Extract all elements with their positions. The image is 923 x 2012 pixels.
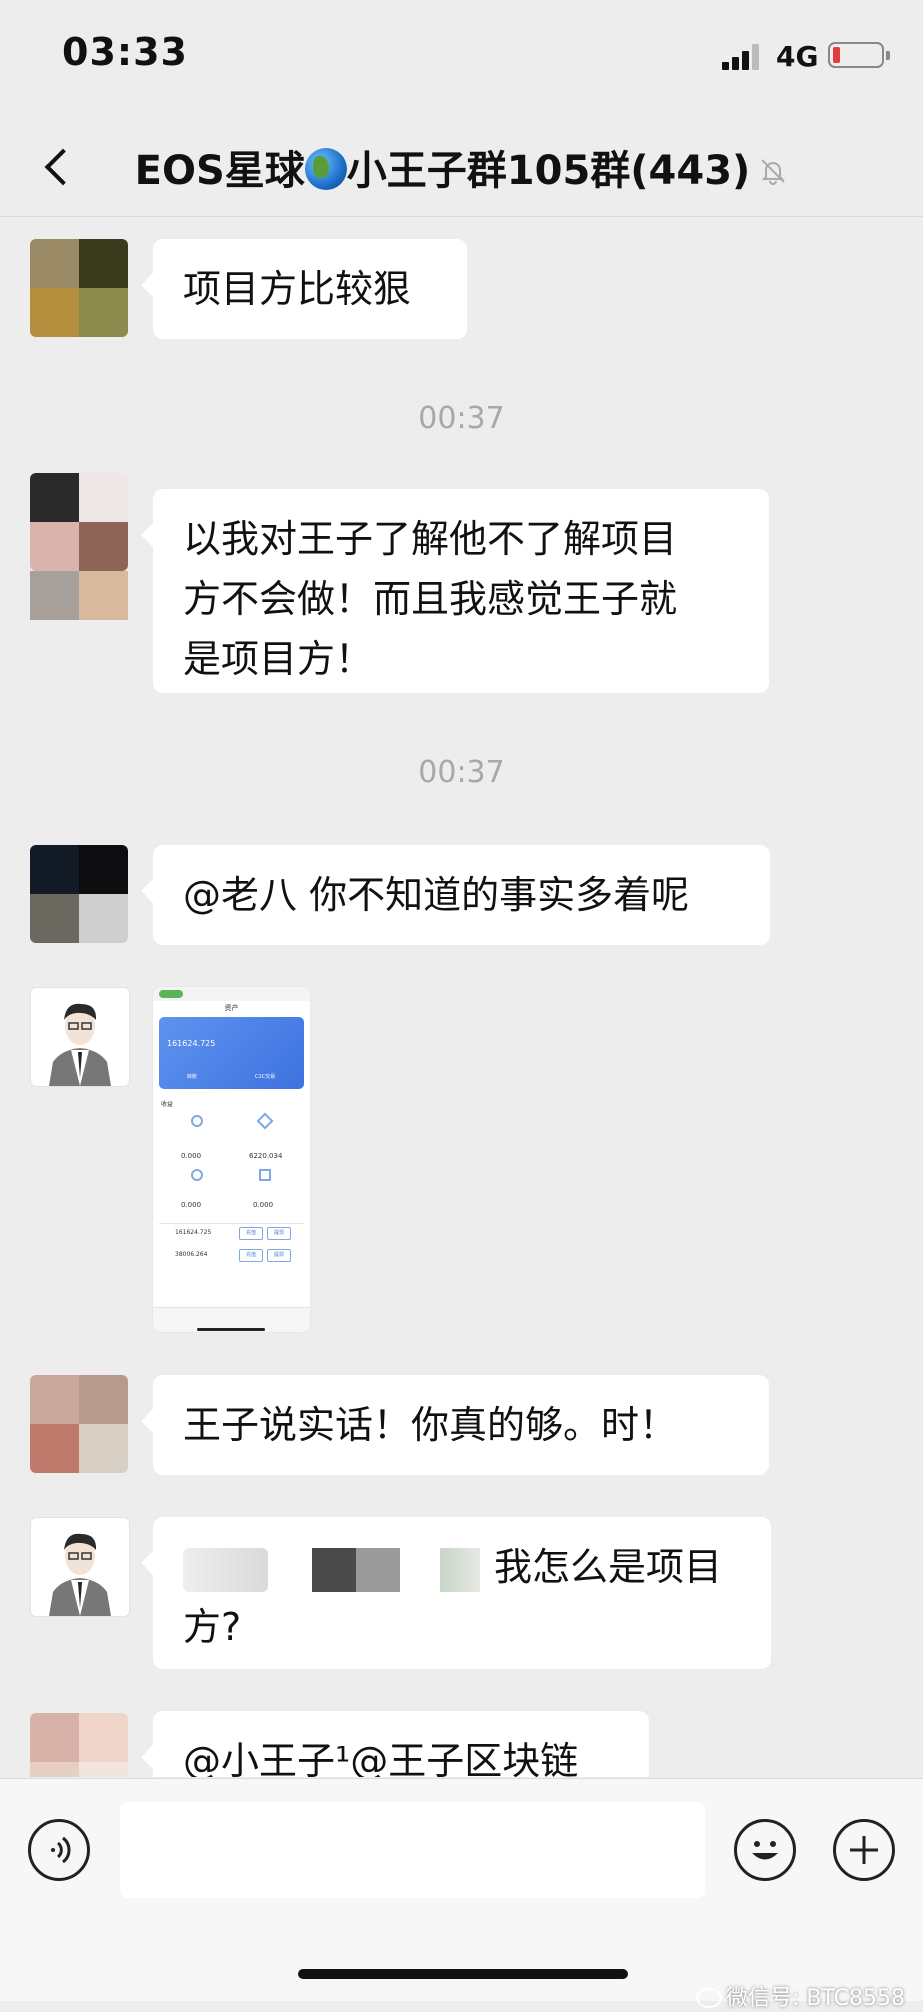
message-bubble[interactable]: @老八 你不知道的事实多着呢: [141, 845, 770, 945]
emoji-button[interactable]: [734, 1819, 796, 1881]
message-list[interactable]: 项目方比较狠 00:37 以我对王子了解他不了解项目 方不会做！而且我感觉王子就…: [0, 217, 923, 1777]
image-stat-icon: [191, 1115, 203, 1127]
status-time: 03:33: [62, 30, 188, 74]
shared-image[interactable]: 资产 161624.725 转账 C2C交易 收益 0.000 6220.034…: [153, 987, 310, 1332]
watermark: 微信号: BTC8558: [696, 1980, 905, 2012]
image-balance: 161624.725: [167, 1039, 216, 1048]
message-text: @小王子¹@王子区块链: [183, 1739, 579, 1777]
image-stat-icon: [259, 1169, 271, 1181]
battery-icon: [828, 42, 890, 68]
chat-header: EOS星球 小王子群105群(443): [0, 120, 923, 217]
watermark-text: 微信号: BTC8558: [726, 1986, 905, 2011]
redacted-mention: [312, 1547, 356, 1592]
image-chip: 充值: [239, 1249, 263, 1262]
redacted-mention: [183, 1547, 268, 1592]
image-stat-icon: [191, 1169, 203, 1181]
image-status-bar: [153, 987, 310, 1001]
home-indicator[interactable]: [298, 1969, 628, 1979]
avatar[interactable]: [30, 845, 128, 943]
message-text-line: 我怎么是项目: [494, 1545, 723, 1589]
bell-off-icon: [758, 150, 788, 185]
voice-icon: [51, 1836, 71, 1864]
message-text-line: 方不会做！而且我感觉王子就: [183, 577, 678, 621]
person-avatar-illustration: [31, 988, 129, 1086]
avatar[interactable]: [30, 1517, 130, 1617]
message-bubble[interactable]: 我怎么是项目 方?: [141, 1517, 771, 1669]
image-row-value: 38006.264: [175, 1251, 208, 1258]
message-text: 王子说实话！你真的够。时！: [183, 1403, 678, 1447]
message-text-line: 以我对王子了解他不了解项目: [183, 517, 678, 561]
message-text: @老八 你不知道的事实多着呢: [183, 873, 690, 917]
image-btn: C2C交易: [255, 1074, 276, 1080]
message-bubble[interactable]: 王子说实话！你真的够。时！: [141, 1375, 769, 1475]
message-text-line: 方?: [183, 1605, 242, 1649]
avatar[interactable]: [30, 239, 128, 337]
image-title: 资产: [224, 1004, 239, 1012]
image-stat-icon: [256, 1112, 274, 1130]
network-type: 4G: [776, 40, 819, 73]
image-btn: 转账: [187, 1074, 198, 1080]
message-text-line: 是项目方！: [183, 637, 374, 681]
image-balance-card: 161624.725 转账 C2C交易: [159, 1017, 304, 1089]
redacted-mention: [356, 1547, 400, 1592]
message-input[interactable]: [120, 1802, 705, 1898]
image-tab-bar: [153, 1307, 310, 1332]
emoji-icon: [752, 1841, 778, 1860]
image-stat-value: 0.000: [181, 1152, 202, 1160]
plus-icon: [850, 1836, 878, 1864]
image-chip: 提现: [267, 1249, 291, 1262]
message-timestamp: 00:37: [418, 401, 505, 436]
person-avatar-illustration: [31, 1518, 129, 1616]
message-text: 项目方比较狠: [183, 267, 412, 311]
image-stat-value: 0.000: [253, 1201, 274, 1209]
avatar[interactable]: [30, 1375, 128, 1473]
input-toolbar: [0, 1778, 923, 2001]
avatar[interactable]: [30, 987, 130, 1087]
avatar[interactable]: [30, 1713, 128, 1777]
image-chip: 提现: [267, 1227, 291, 1240]
globe-icon: [304, 148, 347, 190]
avatar-lower: [30, 571, 128, 620]
status-bar: 03:33 4G: [0, 0, 923, 120]
redacted-mention: [440, 1547, 480, 1592]
image-stat-value: 6220.034: [249, 1152, 283, 1160]
message-bubble[interactable]: 项目方比较狠: [141, 239, 467, 339]
image-section-title: 收益: [161, 1101, 174, 1108]
add-button[interactable]: [833, 1819, 895, 1881]
image-chip: 充值: [239, 1227, 263, 1240]
image-stat-value: 0.000: [181, 1201, 202, 1209]
voice-button[interactable]: [28, 1819, 90, 1881]
message-bubble[interactable]: 以我对王子了解他不了解项目 方不会做！而且我感觉王子就 是项目方！: [141, 489, 769, 693]
chat-title: EOS星球 小王子群105群(443): [0, 138, 923, 196]
signal-icon: [722, 44, 764, 70]
avatar[interactable]: [30, 473, 128, 571]
chat-title-suffix: 小王子群105群(443): [346, 148, 751, 194]
message-bubble[interactable]: @小王子¹@王子区块链: [141, 1711, 649, 1777]
chat-title-prefix: EOS星球: [134, 148, 305, 194]
image-row-value: 161624.725: [175, 1229, 212, 1236]
wechat-icon: [696, 1988, 722, 2008]
message-timestamp: 00:37: [418, 755, 505, 790]
